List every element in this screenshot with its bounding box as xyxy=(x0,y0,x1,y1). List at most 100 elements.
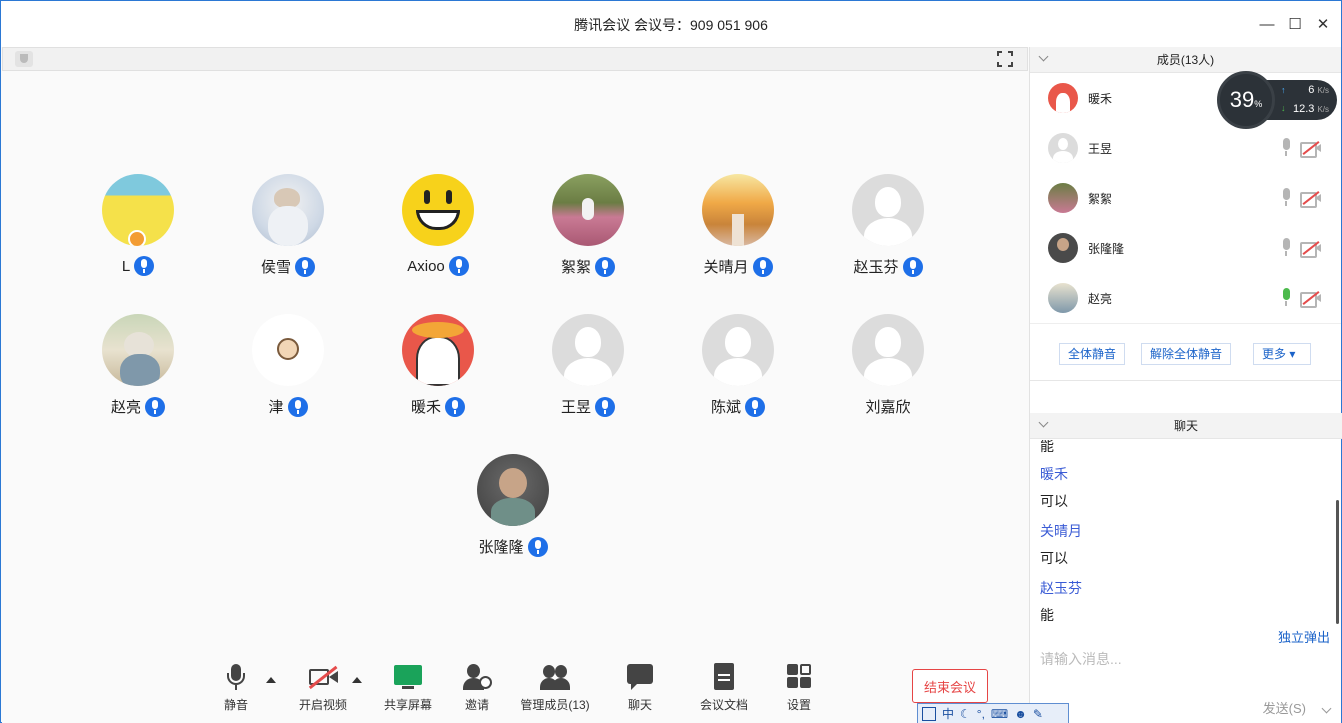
ime-language[interactable]: 中 xyxy=(942,705,954,722)
meeting-docs-label: 会议文档 xyxy=(700,698,749,712)
member-name: 暖禾 xyxy=(1088,91,1113,106)
mute-button[interactable]: 静音 xyxy=(220,662,252,713)
chat-input[interactable]: 请输入消息... xyxy=(1040,649,1122,669)
mic-muted-icon[interactable] xyxy=(1280,188,1292,208)
end-meeting-button[interactable]: 结束会议 xyxy=(912,669,988,703)
chat-label: 聊天 xyxy=(627,698,652,712)
participant-tile[interactable]: 侯雪 xyxy=(213,174,363,277)
chat-message: 可以 xyxy=(1040,550,1068,566)
ime-tools-wrench-icon[interactable]: ✎ xyxy=(1033,707,1043,721)
mic-active-icon[interactable] xyxy=(1280,288,1292,308)
mute-all-button[interactable]: 全体静音 xyxy=(1059,343,1126,365)
participant-tile[interactable]: 赵亮 xyxy=(63,314,213,417)
network-speed-widget[interactable]: 39% ↑ 6 K/s ↓ 12.3 K/s xyxy=(1217,71,1337,129)
maximize-button[interactable]: ☐ xyxy=(1284,13,1306,35)
camera-off-icon[interactable] xyxy=(1300,290,1322,308)
ime-toolbar[interactable]: 中 ☾ °, ⌨ ☻ ✎ xyxy=(917,703,1069,723)
participant-tile[interactable]: 津 xyxy=(213,314,363,417)
participant-tile[interactable]: Axioo xyxy=(363,174,513,276)
default-avatar-icon xyxy=(552,314,624,386)
chat-panel: 聊天 能 暖禾 可以 关晴月 可以 赵玉芬 能 独立弹出 请输入消息... 发送… xyxy=(1030,413,1342,723)
participant-tile[interactable]: 暖禾 xyxy=(363,314,513,417)
unmute-all-button[interactable]: 解除全体静音 xyxy=(1141,343,1232,365)
member-row[interactable]: 絮絮 xyxy=(1030,173,1341,223)
chat-scrollbar[interactable] xyxy=(1336,500,1339,624)
camera-off-icon[interactable] xyxy=(1300,140,1322,158)
participant-tile[interactable]: 王昱 xyxy=(513,314,663,417)
chat-button[interactable]: 聊天 xyxy=(623,662,657,713)
mic-icon xyxy=(287,396,308,417)
more-button[interactable]: 更多 ▾ xyxy=(1253,343,1311,365)
camera-off-icon[interactable] xyxy=(1300,240,1322,258)
participant-name: L xyxy=(121,257,131,275)
video-button[interactable]: 开启视频 xyxy=(297,662,349,713)
upload-arrow-icon: ↑ xyxy=(1281,85,1286,95)
ime-punctuation-icon[interactable]: °, xyxy=(977,707,985,721)
participant-name: 赵亮 xyxy=(110,399,141,416)
settings-button[interactable]: 设置 xyxy=(782,662,816,713)
popout-chat-link[interactable]: 独立弹出 xyxy=(1278,627,1330,646)
cpu-usage-gauge: 39% xyxy=(1217,71,1275,129)
settings-grid-icon xyxy=(784,662,814,692)
close-button[interactable]: ✕ xyxy=(1312,13,1334,35)
video-area: L 侯雪 Axioo 絮絮 关晴月 赵玉芬 赵亮 津 暖禾 王昱 陈斌 刘嘉欣 … xyxy=(2,47,1028,723)
ime-keyboard-icon[interactable]: ⌨ xyxy=(991,707,1008,721)
participant-name: 陈斌 xyxy=(710,399,741,416)
camera-off-icon[interactable] xyxy=(1300,190,1322,208)
invite-button[interactable]: 邀请 xyxy=(460,662,494,713)
ime-halfwidth-moon-icon[interactable]: ☾ xyxy=(960,707,971,721)
settings-label: 设置 xyxy=(786,698,811,712)
avatar xyxy=(702,174,774,246)
mute-options-caret-icon[interactable] xyxy=(266,677,276,683)
default-avatar-icon xyxy=(852,314,924,386)
participant-name: 侯雪 xyxy=(260,259,291,276)
chat-messages: 能 暖禾 可以 关晴月 可以 赵玉芬 能 xyxy=(1030,440,1342,626)
video-off-icon xyxy=(308,662,338,692)
member-avatar xyxy=(1048,233,1078,263)
participant-tile[interactable]: 刘嘉欣 xyxy=(813,314,963,417)
share-screen-icon xyxy=(393,662,423,692)
title-bar: 腾讯会议 会议号：909 051 906 — ☐ ✕ xyxy=(1,1,1341,47)
meeting-toolbar: 静音 开启视频 共享屏幕 邀请 管理成员(13) 聊天 会议文档 设置 结束会议 xyxy=(2,653,1028,723)
avatar xyxy=(102,314,174,386)
security-shield-icon[interactable] xyxy=(15,51,33,67)
participant-tile[interactable]: 赵玉芬 xyxy=(813,174,963,277)
member-row[interactable]: 赵亮 xyxy=(1030,273,1341,323)
cpu-percent-unit: % xyxy=(1254,99,1263,109)
avatar xyxy=(252,314,324,386)
collapse-chevron-icon[interactable] xyxy=(1038,417,1049,428)
chat-title: 聊天 xyxy=(1173,419,1198,433)
meeting-docs-button[interactable]: 会议文档 xyxy=(700,662,748,713)
manage-members-button[interactable]: 管理成员(13) xyxy=(520,662,590,713)
member-actions: 全体静音 解除全体静音 更多 ▾ xyxy=(1030,323,1341,381)
avatar xyxy=(402,174,474,246)
share-screen-button[interactable]: 共享屏幕 xyxy=(383,662,433,713)
fullscreen-icon[interactable] xyxy=(997,51,1013,67)
chat-header[interactable]: 聊天 xyxy=(1030,413,1342,439)
chat-message: 能 xyxy=(1040,607,1054,623)
participant-tile[interactable]: L xyxy=(63,174,213,276)
video-label: 开启视频 xyxy=(298,698,347,712)
member-row[interactable]: 张隆隆 xyxy=(1030,223,1341,273)
send-button[interactable]: 发送(S) xyxy=(1263,698,1306,717)
participant-tile[interactable]: 絮絮 xyxy=(513,174,663,277)
send-options-chevron-icon[interactable] xyxy=(1321,703,1332,714)
download-speed: 12.3 xyxy=(1292,103,1315,115)
minimize-button[interactable]: — xyxy=(1256,13,1278,35)
chat-bubble-icon xyxy=(625,662,655,692)
window-title: 腾讯会议 会议号：909 051 906 xyxy=(574,17,768,33)
participant-tile[interactable]: 张隆隆 xyxy=(438,454,588,557)
invite-label: 邀请 xyxy=(464,698,489,712)
members-header[interactable]: 成员(13人) xyxy=(1030,47,1341,73)
members-icon xyxy=(540,662,570,692)
chat-sender: 赵玉芬 xyxy=(1040,580,1082,596)
mic-icon xyxy=(134,256,155,276)
video-options-caret-icon[interactable] xyxy=(352,677,362,683)
collapse-chevron-icon[interactable] xyxy=(1038,51,1049,62)
mic-muted-icon[interactable] xyxy=(1280,238,1292,258)
ime-user-icon[interactable]: ☻ xyxy=(1014,707,1027,721)
member-row[interactable]: 王昱 xyxy=(1030,123,1341,173)
mic-muted-icon[interactable] xyxy=(1280,138,1292,158)
participant-tile[interactable]: 关晴月 xyxy=(663,174,813,277)
participant-tile[interactable]: 陈斌 xyxy=(663,314,813,417)
